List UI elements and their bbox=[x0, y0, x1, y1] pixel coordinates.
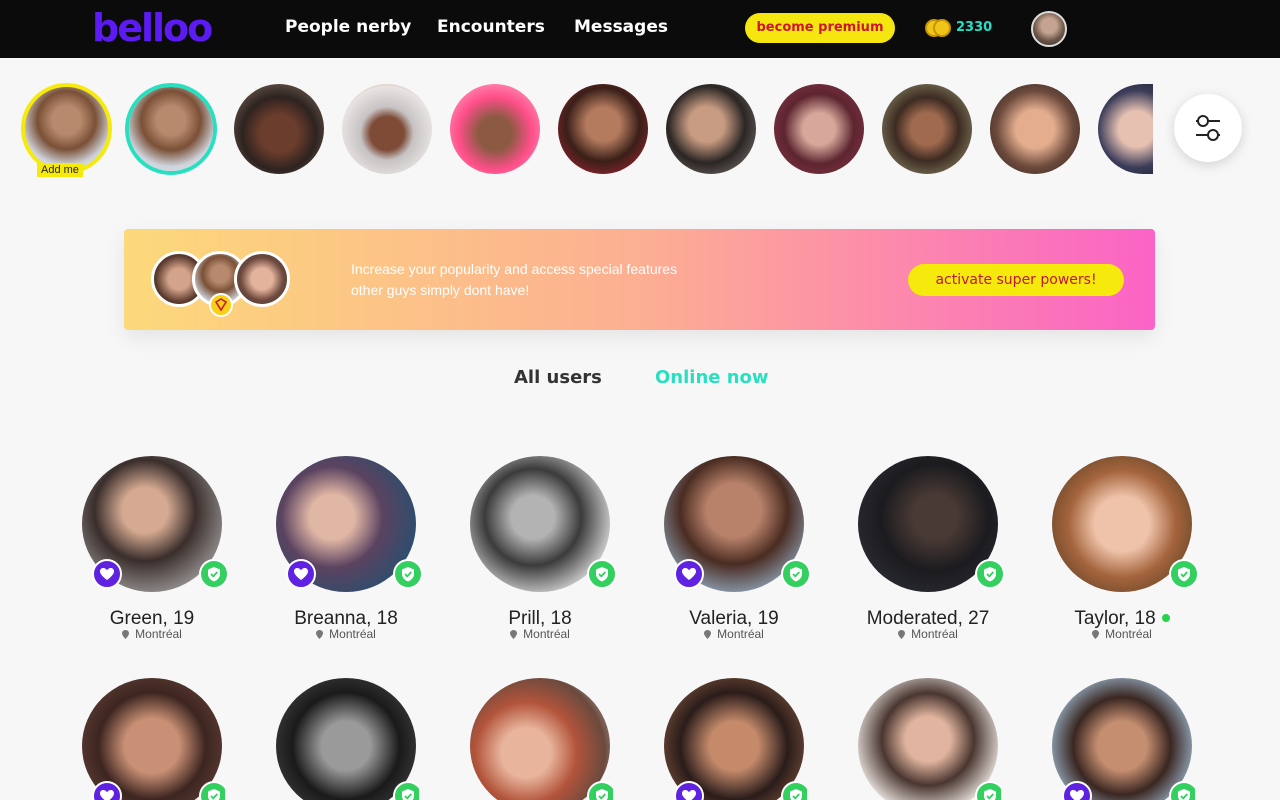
user-card[interactable] bbox=[75, 678, 225, 800]
user-card[interactable] bbox=[463, 678, 613, 800]
location-pin-icon bbox=[316, 630, 324, 639]
location-pin-icon bbox=[898, 630, 906, 639]
like-button[interactable] bbox=[674, 559, 704, 589]
verified-badge bbox=[199, 781, 225, 800]
promo-line-1: Increase your popularity and access spec… bbox=[351, 261, 678, 277]
shield-check-icon bbox=[1178, 567, 1190, 582]
my-story-avatar[interactable] bbox=[21, 83, 112, 174]
user-card[interactable]: Taylor, 18 Montréal bbox=[1045, 456, 1199, 656]
like-button[interactable] bbox=[674, 781, 704, 800]
like-button[interactable] bbox=[92, 559, 122, 589]
location-pin-icon bbox=[122, 630, 130, 639]
shield-check-icon bbox=[984, 567, 996, 582]
verified-badge bbox=[199, 559, 229, 589]
user-card[interactable]: Green, 19 Montréal bbox=[75, 456, 229, 656]
tab-all-users[interactable]: All users bbox=[514, 366, 602, 390]
story-avatar[interactable] bbox=[1098, 84, 1153, 174]
heart-icon bbox=[100, 568, 114, 580]
tab-online-now[interactable]: Online now bbox=[655, 366, 769, 390]
superpower-badge-icon bbox=[209, 293, 233, 317]
user-location: Montréal bbox=[269, 626, 423, 642]
shield-check-icon bbox=[208, 567, 220, 582]
story-avatar[interactable] bbox=[882, 84, 972, 174]
heart-icon bbox=[294, 568, 308, 580]
shield-check-icon bbox=[790, 789, 802, 800]
verified-badge bbox=[587, 559, 617, 589]
like-button[interactable] bbox=[92, 781, 122, 800]
verified-badge bbox=[393, 559, 423, 589]
shield-check-icon bbox=[402, 789, 414, 800]
story-avatar[interactable] bbox=[990, 84, 1080, 174]
profile-avatar[interactable] bbox=[1031, 11, 1067, 47]
user-card[interactable] bbox=[851, 678, 1001, 800]
like-button[interactable] bbox=[286, 559, 316, 589]
user-card[interactable]: Prill, 18 Montréal bbox=[463, 456, 617, 656]
heart-icon bbox=[1070, 790, 1084, 800]
user-location: Montréal bbox=[657, 626, 811, 642]
add-me-label[interactable]: Add me bbox=[37, 163, 83, 177]
nav-messages[interactable]: Messages bbox=[574, 16, 668, 38]
heart-icon bbox=[682, 790, 696, 800]
story-avatar[interactable] bbox=[125, 83, 217, 175]
user-card[interactable]: Valeria, 19 Montréal bbox=[657, 456, 811, 656]
shield-check-icon bbox=[984, 789, 996, 800]
story-avatar[interactable] bbox=[342, 84, 432, 174]
user-location: Montréal bbox=[851, 626, 1005, 642]
sliders-icon bbox=[1196, 115, 1220, 141]
promo-text: Increase your popularity and access spec… bbox=[351, 259, 731, 301]
shield-check-icon bbox=[1178, 789, 1190, 800]
shield-check-icon bbox=[402, 567, 414, 582]
user-card[interactable] bbox=[269, 678, 419, 800]
location-pin-icon bbox=[704, 630, 712, 639]
user-photo bbox=[276, 678, 416, 800]
promo-avatar bbox=[234, 251, 290, 307]
story-avatar[interactable] bbox=[234, 84, 324, 174]
filter-button[interactable] bbox=[1174, 94, 1242, 162]
story-avatar[interactable] bbox=[558, 84, 648, 174]
coins-icon bbox=[925, 19, 951, 37]
story-avatar[interactable] bbox=[774, 84, 864, 174]
activate-super-powers-button[interactable]: activate super powers! bbox=[908, 264, 1124, 296]
verified-badge bbox=[1169, 559, 1199, 589]
shield-check-icon bbox=[596, 789, 608, 800]
user-location: Montréal bbox=[75, 626, 229, 642]
nav-encounters[interactable]: Encounters bbox=[437, 16, 545, 38]
story-avatar[interactable] bbox=[666, 84, 756, 174]
like-button[interactable] bbox=[1062, 781, 1092, 800]
user-card[interactable]: Moderated, 27 Montréal bbox=[851, 456, 1005, 656]
online-indicator bbox=[1161, 614, 1170, 622]
verified-badge bbox=[975, 559, 1005, 589]
become-premium-button[interactable]: become premium bbox=[745, 13, 895, 43]
verified-badge bbox=[393, 781, 419, 800]
shield-check-icon bbox=[208, 789, 220, 800]
top-nav-bar: belloo People nerby Encounters Messages … bbox=[0, 0, 1280, 58]
user-location: Montréal bbox=[1045, 626, 1199, 642]
user-location: Montréal bbox=[463, 626, 617, 642]
belloo-logo[interactable]: belloo bbox=[92, 6, 213, 50]
story-avatar[interactable] bbox=[450, 84, 540, 174]
nav-people-nearby[interactable]: People nerby bbox=[285, 16, 411, 38]
promo-line-2: other guys simply dont have! bbox=[351, 282, 530, 298]
verified-badge bbox=[975, 781, 1001, 800]
user-card[interactable] bbox=[657, 678, 807, 800]
heart-icon bbox=[682, 568, 696, 580]
user-photo bbox=[470, 678, 610, 800]
verified-badge bbox=[587, 781, 613, 800]
shield-check-icon bbox=[596, 567, 608, 582]
location-pin-icon bbox=[1092, 630, 1100, 639]
location-pin-icon bbox=[510, 630, 518, 639]
shield-check-icon bbox=[790, 567, 802, 582]
user-card[interactable]: Breanna, 18 Montréal bbox=[269, 456, 423, 656]
user-card[interactable] bbox=[1045, 678, 1195, 800]
coin-balance[interactable]: 2330 bbox=[956, 19, 992, 37]
heart-icon bbox=[100, 790, 114, 800]
super-powers-banner: Increase your popularity and access spec… bbox=[124, 229, 1155, 330]
verified-badge bbox=[781, 781, 807, 800]
verified-badge bbox=[781, 559, 811, 589]
verified-badge bbox=[1169, 781, 1195, 800]
user-photo bbox=[858, 678, 998, 800]
